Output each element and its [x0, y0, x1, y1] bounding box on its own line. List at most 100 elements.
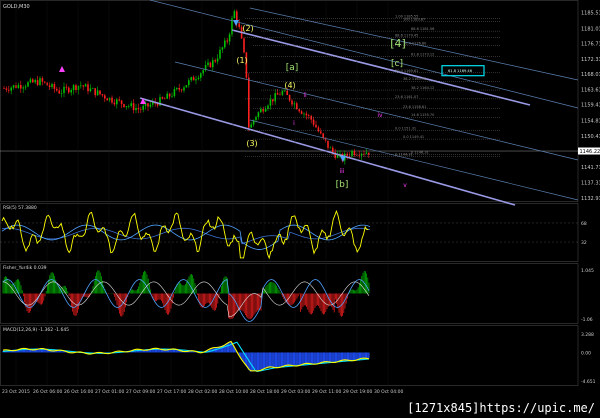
candle-body	[315, 124, 317, 128]
wave-label: (1)	[236, 56, 247, 65]
candle-body	[77, 85, 80, 91]
pane-border-rsi	[0, 203, 579, 262]
price-axis-label: 1159.41	[581, 102, 600, 108]
candle-body	[89, 88, 92, 92]
candle-body	[312, 119, 315, 125]
time-axis-label: 29 Oct 19:00	[343, 389, 372, 395]
fib-label: 38.2 1164.12	[411, 86, 434, 90]
candle-body	[190, 77, 192, 81]
candle-body	[135, 108, 137, 111]
candle-body	[80, 85, 82, 87]
time-axis-label: 28 Oct 10:00	[219, 389, 248, 395]
candle-body	[248, 77, 250, 128]
candle-body	[358, 154, 360, 156]
fib-label: 88.6 1181.56	[411, 27, 434, 31]
price-axis-label: 1141.71	[581, 165, 600, 171]
candlestick-series	[3, 9, 370, 165]
wave-label: iv	[377, 112, 383, 119]
rsi-title: RSI(5) 57.3880	[3, 205, 37, 211]
highlight-level-label: 61.8 1169.46	[448, 69, 473, 73]
candle-body	[216, 58, 219, 62]
candle-body	[298, 109, 300, 112]
trading-chart[interactable]: 1185.51 1181.01 1176.71 1172.31 1168.01 1163.…	[0, 0, 600, 418]
candle-body	[171, 96, 173, 97]
high-arrow-icon	[233, 20, 239, 26]
time-axis-label: 26 Oct 16:00	[64, 389, 93, 395]
candle-body	[176, 87, 178, 90]
candle-body	[320, 131, 322, 134]
candle-body	[149, 104, 152, 107]
pane-border-main	[0, 0, 579, 202]
price-axis-label: 1172.31	[581, 57, 600, 63]
chart-title: GOLD,M30	[3, 4, 30, 10]
candle-body	[116, 99, 118, 105]
candle-body	[87, 84, 89, 92]
candle-body	[12, 85, 15, 88]
candle-body	[46, 82, 48, 86]
candle-body	[39, 78, 41, 85]
candle-body	[70, 90, 72, 93]
fib-label: 14.6 1155.70	[411, 113, 434, 117]
time-axis-label: 23 Oct 2015	[2, 389, 30, 395]
candle-body	[214, 60, 216, 62]
candle-body	[63, 86, 65, 94]
time-axis-label: 28 Oct 02:00	[188, 389, 217, 395]
candle-body	[291, 100, 293, 105]
candle-body	[257, 112, 260, 117]
candle-body	[92, 88, 94, 89]
candle-body	[22, 87, 24, 89]
channel-outer-line-3	[174, 61, 579, 161]
candle-body	[128, 105, 130, 107]
candle-body	[264, 108, 267, 112]
price-axis-label: 1163.61	[581, 88, 600, 94]
candle-body	[209, 62, 212, 68]
macd-title: MACD(12,26,9) -1.362 -1.645	[3, 327, 69, 333]
candle-body	[8, 89, 10, 91]
candle-body	[322, 133, 324, 138]
candle-body	[305, 113, 308, 116]
candle-body	[84, 84, 87, 87]
fib-label: 61.8 1173.12	[411, 53, 434, 57]
candle-body	[3, 88, 5, 89]
candle-body	[48, 85, 51, 88]
candle-body	[41, 78, 44, 82]
candle-body	[272, 99, 274, 102]
candle-body	[164, 98, 166, 100]
candle-body	[173, 89, 176, 97]
channel-upper-line	[231, 29, 531, 106]
candle-body	[329, 147, 332, 149]
candle-body	[269, 99, 272, 106]
candle-body	[296, 103, 298, 110]
candle-body	[130, 103, 132, 106]
candle-body	[118, 99, 120, 101]
candle-body	[104, 95, 106, 99]
candle-body	[29, 79, 32, 83]
macd-level-label: 0.00	[581, 350, 591, 356]
candle-body	[94, 88, 96, 96]
fib-label: 0.0 1151.31	[395, 127, 416, 131]
candle-body	[226, 40, 228, 42]
price-axis-label: 1150.41	[581, 134, 600, 140]
time-axis-label: 29 Oct 03:00	[281, 389, 310, 395]
macd-level-label: 3.288	[581, 332, 594, 338]
candle-body	[300, 111, 303, 114]
time-axis-label: 27 Oct 09:00	[126, 389, 155, 395]
candle-body	[262, 108, 264, 112]
candle-body	[308, 115, 310, 117]
fib-label: 50.0 1169.61	[395, 69, 418, 73]
candle-body	[24, 86, 27, 88]
candle-body	[123, 104, 125, 108]
time-axis-label: 29 Oct 11:00	[312, 389, 341, 395]
candle-body	[276, 93, 279, 95]
candle-body	[368, 152, 370, 155]
candle-body	[351, 151, 353, 157]
candle-body	[161, 97, 164, 99]
candle-body	[147, 103, 149, 107]
time-axis-label: 27 Oct 01:00	[95, 389, 124, 395]
fib-label: 23.6 1161.07	[395, 95, 418, 99]
price-axis-label: 1185.51	[581, 10, 600, 16]
wave-label: [4]	[390, 37, 406, 50]
candle-body	[106, 98, 108, 101]
candle-body	[284, 90, 286, 92]
fisher-level-label: -1.06	[581, 317, 593, 323]
